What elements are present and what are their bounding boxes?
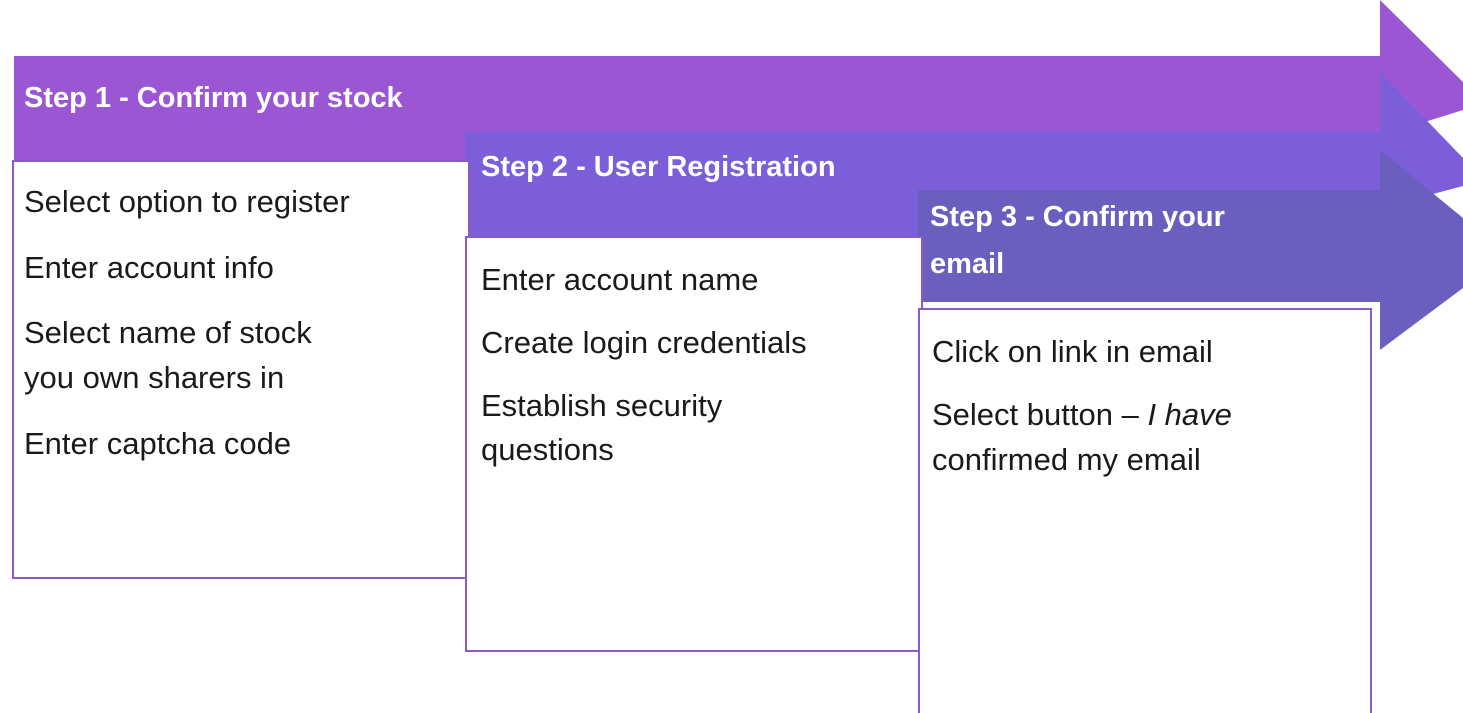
step2-item-3-line2: questions: [481, 432, 614, 467]
step3-item-2-plain: Select button –: [932, 397, 1148, 432]
step1-item-1: Select option to register: [24, 184, 350, 219]
step2-item-2: Create login credentials: [481, 325, 807, 360]
step2-item-3-line1: Establish security: [481, 388, 723, 423]
step1-title: Step 1 - Confirm your stock: [24, 82, 403, 114]
step1-item-4: Enter captcha code: [24, 426, 292, 461]
step2-item-1: Enter account name: [481, 262, 759, 297]
step3-item-1: Click on link in email: [932, 334, 1213, 369]
step3-item-2-line2: confirmed my email: [932, 442, 1201, 477]
step1-item-3-line2: you own sharers in: [24, 360, 285, 395]
step2-title: Step 2 - User Registration: [481, 151, 836, 183]
step1-item-2: Enter account info: [24, 250, 274, 285]
step3-title-line1: Step 3 - Confirm your: [930, 201, 1225, 233]
step3-item-2-line1: Select button – I have: [932, 395, 1232, 435]
step3-item-2-italic: I have: [1147, 397, 1232, 432]
step3-title-line2: email: [930, 248, 1005, 280]
step1-item-3-line1: Select name of stock: [24, 315, 312, 350]
